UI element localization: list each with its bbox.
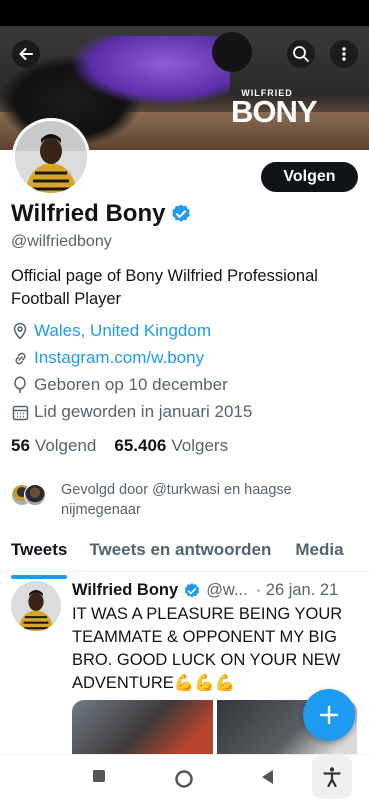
tweet-media-1[interactable]: [72, 700, 213, 760]
birthday-text: Geboren op 10 december: [34, 375, 228, 394]
banner-athlete-head: [212, 32, 252, 72]
following-count: 56: [11, 436, 30, 455]
website-link[interactable]: Instagram.com/w.bony: [34, 348, 204, 368]
avatar: [24, 484, 46, 506]
following-label: Volgend: [34, 436, 97, 455]
tweet-header: Wilfried Bony @w... · 26 jan. 21: [72, 581, 338, 600]
tweet-author-name[interactable]: Wilfried Bony: [72, 581, 178, 600]
profile-bio: Official page of Bony Wilfried Professio…: [11, 267, 318, 308]
system-back-button[interactable]: [260, 769, 274, 785]
following-link[interactable]: 56 Volgend: [11, 436, 96, 456]
display-name-text: Wilfried Bony: [11, 200, 166, 227]
system-navigation-bar: [0, 754, 369, 800]
more-options-button[interactable]: [330, 40, 358, 68]
balloon-icon: [11, 376, 29, 394]
home-button[interactable]: [174, 769, 194, 789]
more-vertical-icon: [342, 47, 346, 61]
profile-avatar[interactable]: [12, 118, 90, 196]
accessibility-icon: [323, 767, 341, 788]
recent-apps-button[interactable]: [92, 769, 106, 783]
profile-joined: Lid geworden in januari 2015: [11, 402, 252, 422]
status-bar: [0, 0, 369, 26]
location-pin-icon: [11, 322, 29, 340]
compose-tweet-button[interactable]: [303, 689, 355, 741]
avatar-image: [11, 581, 61, 631]
home-circle-icon: [175, 770, 193, 788]
search-button[interactable]: [287, 40, 315, 68]
square-icon: [93, 770, 105, 782]
mini-avatars: [11, 484, 47, 508]
tab-media[interactable]: Media: [295, 530, 343, 571]
follow-button[interactable]: Volgen: [261, 162, 358, 192]
profile-birthday: Geboren op 10 december: [11, 375, 228, 395]
profile-tabs: Tweets Tweets en antwoorden Media: [0, 530, 369, 579]
avatar-image: [15, 121, 87, 193]
profile-location[interactable]: Wales, United Kingdom: [11, 321, 211, 341]
followers-link[interactable]: 65.406 Volgers: [114, 436, 228, 456]
followers-count: 65.406: [114, 436, 167, 455]
accessibility-button[interactable]: [312, 755, 352, 799]
tweet-avatar[interactable]: [11, 581, 61, 631]
search-icon: [293, 46, 309, 62]
followed-by-text: Gevolgd door @turkwasi en haagse nijmege…: [61, 482, 292, 518]
link-icon: [11, 349, 29, 367]
tweet-author-handle: @w...: [206, 581, 248, 599]
tab-tweets[interactable]: Tweets: [11, 530, 68, 579]
banner-logo: WILFRIED BONY: [231, 88, 318, 129]
location-text[interactable]: Wales, United Kingdom: [34, 321, 211, 341]
follow-counts: 56 Volgend 65.406 Volgers: [11, 436, 228, 456]
joined-text: Lid geworden in januari 2015: [34, 402, 253, 421]
calendar-icon: [11, 403, 29, 421]
tweet-date[interactable]: · 26 jan. 21: [256, 581, 339, 600]
tab-tweets-and-replies[interactable]: Tweets en antwoorden: [89, 530, 271, 571]
arrow-left-icon: [19, 48, 33, 60]
profile-handle: @wilfriedbony: [11, 233, 112, 250]
banner-athlete-body: [70, 36, 230, 106]
profile-website[interactable]: Instagram.com/w.bony: [11, 348, 204, 368]
verified-badge-icon: [170, 203, 192, 225]
verified-badge-icon: [183, 582, 201, 600]
tweet-text: IT WAS A PLEASURE BEING YOUR TEAMMATE & …: [72, 605, 343, 692]
plus-icon: [319, 705, 339, 725]
triangle-back-icon: [262, 770, 273, 784]
followers-label: Volgers: [171, 436, 229, 455]
profile-display-name: Wilfried Bony: [11, 200, 192, 228]
banner-logo-big: BONY: [231, 94, 318, 129]
followers-you-know[interactable]: Gevolgd door @turkwasi en haagse nijmege…: [11, 480, 331, 520]
back-button[interactable]: [12, 40, 40, 68]
